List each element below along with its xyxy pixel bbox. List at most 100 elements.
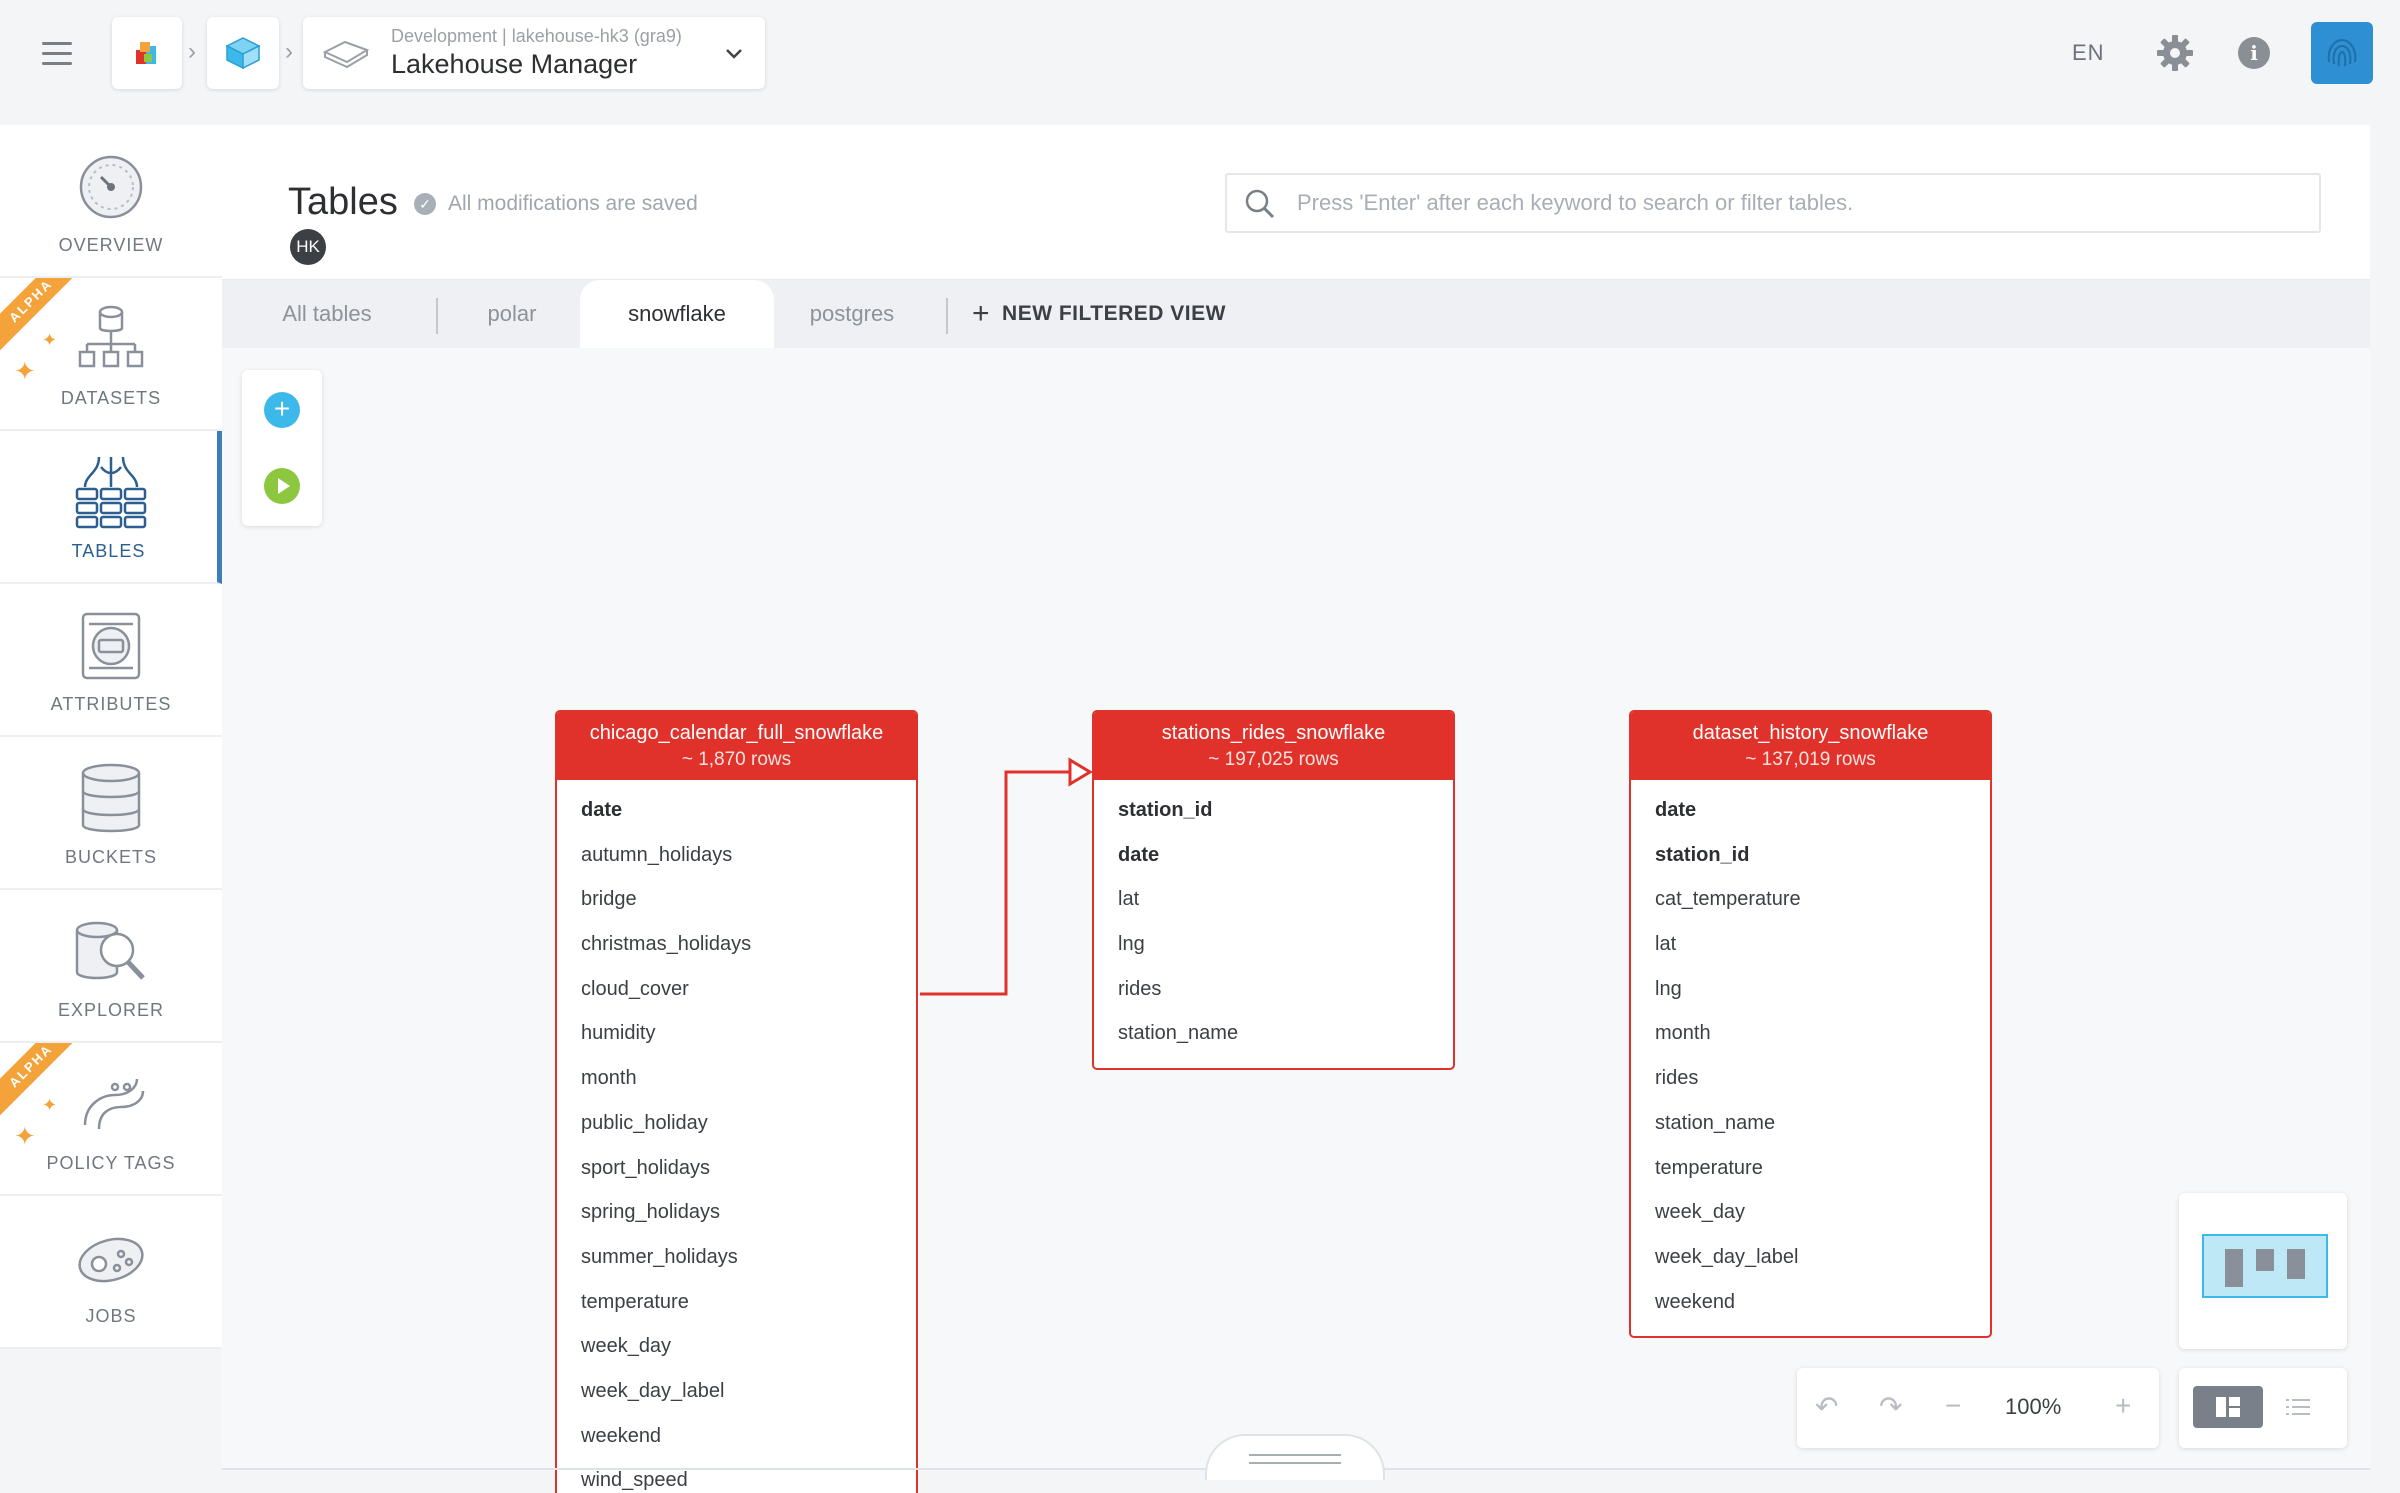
undo-icon[interactable]: ↶ [1815, 1390, 1838, 1423]
column-item[interactable]: date [557, 788, 916, 833]
info-icon[interactable]: i [2238, 37, 2270, 69]
column-item[interactable]: lng [1631, 967, 1990, 1012]
avatar[interactable] [2311, 22, 2373, 84]
lakehouse-selector[interactable]: Development | lakehouse-hk3 (gra9) Lakeh… [303, 17, 765, 89]
sidebar-item-overview[interactable]: OVERVIEW [0, 125, 222, 278]
environment-label: Development | lakehouse-hk3 (gra9) [391, 26, 682, 46]
column-item[interactable]: lng [1094, 922, 1453, 967]
schema-canvas[interactable]: + chicago_calendar_full_snowflake ~ 1,87… [222, 348, 2370, 1493]
column-item[interactable]: rides [1631, 1056, 1990, 1101]
sidebar-item-label: POLICY TAGS [46, 1153, 176, 1173]
tab-polar[interactable]: polar [462, 280, 562, 348]
sidebar-item-attributes[interactable]: ATTRIBUTES [0, 584, 222, 737]
column-item[interactable]: month [557, 1056, 916, 1101]
column-item[interactable]: weekend [1631, 1280, 1990, 1325]
sidebar-item-policy-tags[interactable]: ALPHA ✦ ✦ POLICY TAGS [0, 1043, 222, 1196]
project-button[interactable] [207, 17, 279, 89]
save-status: ✓ All modifications are saved [414, 192, 698, 216]
attributes-icon [81, 612, 141, 680]
sidebar-item-jobs[interactable]: JOBS [0, 1196, 222, 1349]
list-view-icon [2286, 1399, 2310, 1415]
chevron-down-icon[interactable] [723, 43, 745, 65]
column-item[interactable]: summer_holidays [557, 1235, 916, 1280]
column-item[interactable]: week_day_label [557, 1369, 916, 1414]
column-item[interactable]: bridge [557, 877, 916, 922]
column-item[interactable]: week_day_label [1631, 1235, 1990, 1280]
table-name: chicago_calendar_full_snowflake [589, 722, 884, 744]
fingerprint-icon [2327, 38, 2357, 67]
sidebar-item-label: ATTRIBUTES [50, 694, 172, 714]
language-switch[interactable]: EN [2072, 40, 2105, 66]
column-list: station_id date lat lng rides station_na… [1094, 780, 1453, 1068]
column-item[interactable]: wind_speed [557, 1458, 916, 1493]
main-panel: Tables ✓ All modifications are saved HK … [222, 125, 2370, 1493]
new-filtered-view-button[interactable]: + NEW FILTERED VIEW [972, 280, 1226, 348]
diagram-view-button[interactable] [2193, 1386, 2263, 1428]
column-item[interactable]: temperature [557, 1280, 916, 1325]
column-item[interactable]: lat [1631, 922, 1990, 967]
drawer-handle[interactable] [1205, 1434, 1385, 1480]
jobs-icon [78, 1237, 144, 1283]
page-header: Tables ✓ All modifications are saved HK [222, 125, 2370, 280]
minimap[interactable] [2179, 1193, 2347, 1349]
column-item[interactable]: rides [1094, 967, 1453, 1012]
user-avatar[interactable]: HK [290, 229, 326, 265]
column-item[interactable]: station_id [1094, 788, 1453, 833]
database-icon [81, 763, 141, 833]
column-item[interactable]: week_day [1631, 1190, 1990, 1235]
search-input[interactable] [1297, 175, 2297, 231]
search-box [1225, 173, 2321, 233]
column-item[interactable]: humidity [557, 1011, 916, 1056]
column-list: date station_id cat_temperature lat lng … [1631, 780, 1990, 1336]
column-item[interactable]: date [1631, 788, 1990, 833]
sparkle-icon: ✦ [14, 1121, 36, 1151]
column-item[interactable]: date [1094, 833, 1453, 878]
sidebar-item-datasets[interactable]: ALPHA ✦ ✦ DATASETS [0, 278, 222, 431]
gear-icon[interactable] [2155, 33, 2195, 73]
table-row-count: ~ 137,019 rows [1745, 749, 1876, 770]
column-item[interactable]: station_id [1631, 833, 1990, 878]
tables-icon [75, 456, 147, 529]
tab-all-tables[interactable]: All tables [262, 280, 392, 348]
column-item[interactable]: week_day [557, 1324, 916, 1369]
column-item[interactable]: temperature [1631, 1146, 1990, 1191]
redo-icon[interactable]: ↷ [1879, 1390, 1902, 1423]
new-filtered-view-label: NEW FILTERED VIEW [1002, 302, 1226, 325]
table-card-dataset-history[interactable]: dataset_history_snowflake ~ 137,019 rows… [1629, 710, 1992, 1339]
column-item[interactable]: station_name [1631, 1101, 1990, 1146]
column-item[interactable]: lat [1094, 877, 1453, 922]
column-item[interactable]: public_holiday [557, 1101, 916, 1146]
sidebar-item-label: TABLES [71, 541, 146, 561]
sidebar: OVERVIEW ALPHA ✦ ✦ DATASETS TABLES ATTRI… [0, 125, 222, 1349]
table-card-header: dataset_history_snowflake ~ 137,019 rows [1631, 712, 1990, 780]
zoom-out-button[interactable]: − [1945, 1390, 1961, 1422]
sidebar-item-buckets[interactable]: BUCKETS [0, 737, 222, 890]
column-item[interactable]: christmas_holidays [557, 922, 916, 967]
breadcrumb-separator: › [285, 38, 293, 65]
sidebar-item-explorer[interactable]: EXPLORER [0, 890, 222, 1043]
column-item[interactable]: autumn_holidays [557, 833, 916, 878]
diagram-view-icon [2216, 1397, 2240, 1417]
sidebar-item-tables[interactable]: TABLES [0, 431, 222, 584]
column-item[interactable]: cat_temperature [1631, 877, 1990, 922]
table-card-stations-rides[interactable]: stations_rides_snowflake ~ 197,025 rows … [1092, 710, 1455, 1071]
column-item[interactable]: sport_holidays [557, 1146, 916, 1191]
column-item[interactable]: cloud_cover [557, 967, 916, 1012]
app-logo-button[interactable] [112, 17, 182, 89]
column-item[interactable]: month [1631, 1011, 1990, 1056]
column-item[interactable]: weekend [557, 1414, 916, 1459]
sparkle-icon: ✦ [14, 356, 36, 386]
save-status-text: All modifications are saved [448, 192, 698, 215]
column-item[interactable]: spring_holidays [557, 1190, 916, 1235]
list-view-button[interactable] [2263, 1386, 2333, 1428]
column-list: date autumn_holidays bridge christmas_ho… [557, 780, 916, 1493]
table-card-chicago-calendar[interactable]: chicago_calendar_full_snowflake ~ 1,870 … [555, 710, 918, 1493]
page-title: Tables [288, 181, 398, 223]
tab-postgres[interactable]: postgres [792, 280, 912, 348]
tab-snowflake[interactable]: snowflake [580, 280, 774, 348]
breadcrumb-separator: › [188, 38, 196, 65]
zoom-in-button[interactable]: + [2115, 1390, 2131, 1422]
column-item[interactable]: station_name [1094, 1011, 1453, 1056]
menu-icon[interactable] [42, 42, 72, 66]
tab-divider [946, 298, 948, 334]
